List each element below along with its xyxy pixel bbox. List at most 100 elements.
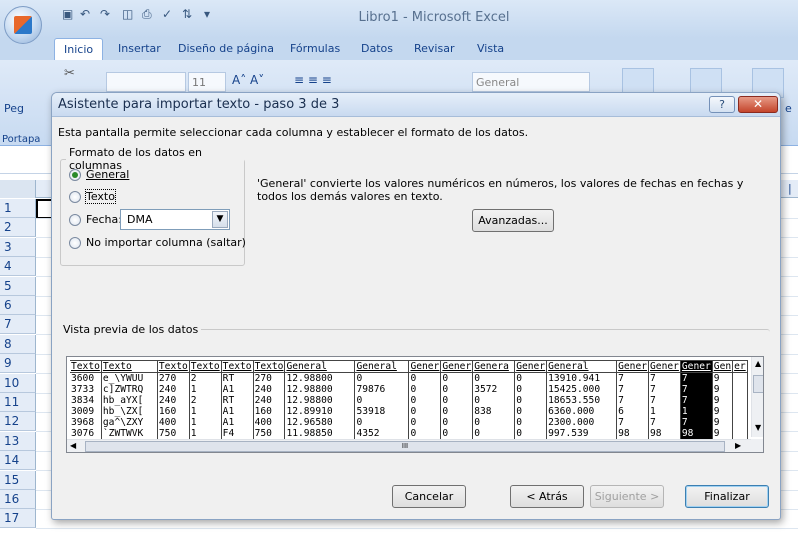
preview-header-cell[interactable]: General — [546, 360, 618, 373]
preview-header-cell[interactable]: Gener — [514, 360, 548, 373]
scroll-thumb[interactable] — [753, 375, 763, 393]
tab-revisar[interactable]: Revisar — [414, 42, 454, 55]
preview-cell: 160 — [253, 406, 286, 417]
close-button[interactable]: ✕ — [738, 96, 778, 113]
radio-texto[interactable]: Texto — [69, 189, 116, 204]
data-preview[interactable]: Texto Texto Texto Texto Texto Texto General Gen… — [66, 356, 764, 453]
row-header[interactable]: 6 — [0, 296, 36, 315]
preview-cell: 12.96580 — [284, 417, 356, 428]
font-size-box[interactable]: 11 — [188, 72, 226, 92]
radio-skip-column[interactable]: No importar columna (saltar) — [69, 236, 246, 249]
chevron-down-icon[interactable]: ▼ — [212, 211, 228, 228]
preview-header-cell[interactable]: General — [284, 360, 356, 373]
preview-cell: 12.98800 — [284, 384, 356, 395]
preview-table[interactable]: Texto Texto Texto Texto Texto Texto General Gen… — [70, 360, 748, 439]
row-header[interactable]: 14 — [0, 451, 36, 471]
preview-cell: 0 — [354, 372, 410, 384]
preview-header-cell[interactable]: Gen — [712, 360, 734, 373]
h-scroll-thumb[interactable]: III — [85, 441, 725, 452]
row-header[interactable]: 3 — [0, 237, 36, 257]
preview-row: 3968 ga^\ZXY 400 1 A1 400 12.96580 0 0 0 0 0 2300.00… — [70, 417, 748, 428]
preview-header-cell[interactable]: Texto — [70, 360, 102, 373]
preview-vertical-scrollbar[interactable]: ▲ ▼ — [751, 357, 763, 437]
preview-cell: 0 — [440, 384, 474, 395]
radio-fecha[interactable]: Fecha: — [69, 213, 122, 226]
row-header[interactable]: 4 — [0, 257, 36, 277]
row-header[interactable]: 9 — [0, 354, 36, 374]
preview-cell: 0 — [514, 395, 548, 406]
preview-cell: 750 — [157, 428, 190, 439]
preview-cell: 4352 — [354, 428, 410, 439]
radio-general-label: General — [86, 168, 130, 181]
help-button[interactable]: ? — [709, 96, 735, 113]
preview-cell: 7 — [648, 372, 681, 384]
preview-row: 3009 hb_\ZX[160 1 A1 160 12.89910 53918 0 0 838 0 6… — [70, 406, 748, 417]
scroll-corner — [751, 439, 763, 452]
scroll-down-icon[interactable]: ▼ — [755, 423, 761, 432]
preview-header-cell[interactable]: er — [732, 360, 748, 373]
office-button[interactable] — [4, 6, 42, 44]
tab-inicio[interactable]: Inicio — [54, 38, 104, 61]
preview-cell: 1 — [189, 384, 222, 395]
advanced-button[interactable]: Avanzadas... — [472, 209, 554, 232]
row-header[interactable]: 10 — [0, 373, 36, 393]
preview-cell: 12.98800 — [284, 395, 356, 406]
preview-cell: RT — [221, 372, 254, 384]
preview-cell: 7 — [616, 395, 650, 406]
tab-diseno-de-pagina[interactable]: Diseño de página — [178, 42, 274, 55]
scroll-up-icon[interactable]: ▲ — [755, 359, 761, 368]
preview-cell: RT — [221, 395, 254, 406]
row-header[interactable]: 13 — [0, 431, 36, 451]
preview-horizontal-scrollbar[interactable]: ◀ III ▶ — [67, 439, 751, 452]
preview-header-cell[interactable]: Texto — [101, 360, 158, 373]
row-header[interactable]: 8 — [0, 334, 36, 354]
preview-cell: 0 — [408, 428, 442, 439]
preview-header-cell[interactable]: Gener — [648, 360, 681, 373]
cut-icon[interactable]: ✂ — [64, 66, 75, 81]
preview-cell: 0 — [354, 417, 410, 428]
cancel-button[interactable]: Cancelar — [392, 485, 466, 508]
row-header[interactable]: 5 — [0, 276, 36, 296]
number-format-box[interactable]: General — [472, 72, 590, 92]
finish-button[interactable]: Finalizar — [685, 485, 769, 508]
row-header[interactable]: 17 — [0, 509, 36, 529]
row-header[interactable]: 7 — [0, 315, 36, 335]
preview-cell: 15425.000 — [546, 384, 618, 395]
preview-cell: 7 — [616, 384, 650, 395]
paste-label[interactable]: Peg — [4, 102, 24, 115]
tab-vista[interactable]: Vista — [477, 42, 504, 55]
preview-header-cell[interactable]: Texto — [157, 360, 190, 373]
back-button[interactable]: < Atrás — [510, 485, 584, 508]
radio-general[interactable]: General — [69, 168, 129, 181]
align-icons[interactable]: ≡ ≡ ≡ — [294, 73, 332, 87]
preview-cell: 0 — [514, 428, 548, 439]
tab-formulas[interactable]: Fórmulas — [290, 42, 340, 55]
tab-insertar[interactable]: Insertar — [118, 42, 161, 55]
preview-cell — [732, 428, 748, 439]
next-button[interactable]: Siguiente > — [590, 485, 664, 508]
preview-cell: 1 — [189, 406, 222, 417]
preview-header-cell[interactable]: Gener — [408, 360, 442, 373]
scroll-left-icon[interactable]: ◀ — [70, 441, 76, 450]
preview-header-cell[interactable]: Gener — [680, 360, 713, 373]
preview-header-cell[interactable]: Gener — [440, 360, 474, 373]
preview-header-cell[interactable]: Texto — [221, 360, 254, 373]
row-header[interactable]: 1 — [0, 199, 36, 218]
row-header[interactable]: 2 — [0, 218, 36, 238]
preview-header-cell[interactable]: Gener — [616, 360, 650, 373]
preview-header-cell[interactable]: Genera — [472, 360, 516, 373]
scroll-right-icon[interactable]: ▶ — [735, 441, 741, 450]
grow-font-icon[interactable]: A˄ A˅ — [232, 73, 264, 87]
row-header[interactable]: 12 — [0, 412, 36, 432]
preview-cell: 9 — [712, 372, 734, 384]
row-header[interactable]: 11 — [0, 393, 36, 412]
preview-header-cell[interactable]: Texto — [253, 360, 286, 373]
row-header[interactable]: 16 — [0, 490, 36, 509]
font-name-box[interactable] — [106, 72, 186, 92]
preview-header-cell[interactable]: General — [354, 360, 410, 373]
tab-datos[interactable]: Datos — [361, 42, 393, 55]
preview-cell: 750 — [253, 428, 286, 439]
row-header[interactable]: 15 — [0, 470, 36, 490]
preview-header-cell[interactable]: Texto — [189, 360, 222, 373]
preview-cell: 7 — [680, 417, 713, 428]
